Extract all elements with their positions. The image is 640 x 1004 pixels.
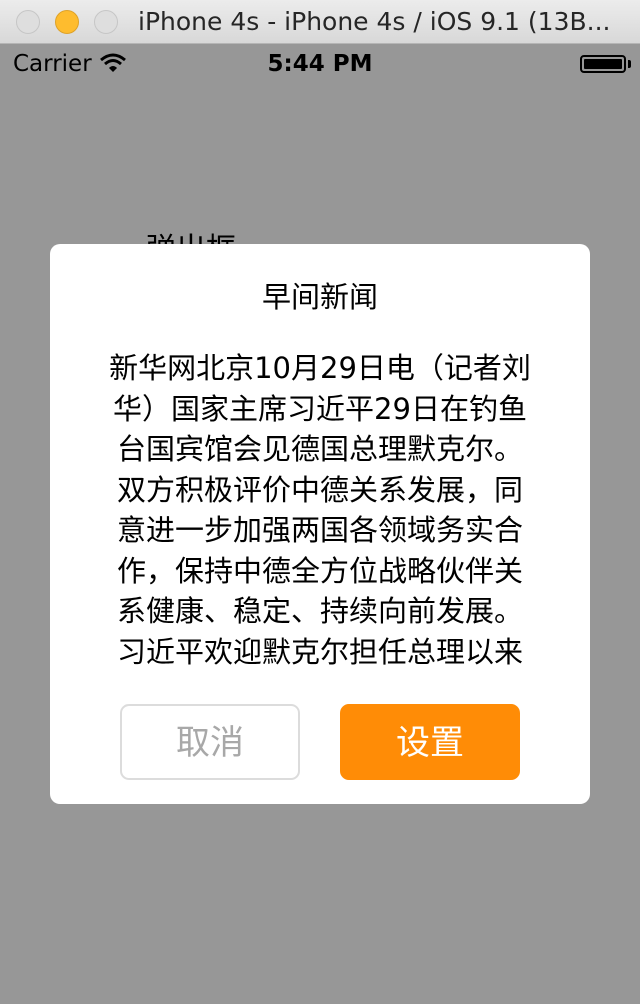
battery-icon bbox=[580, 55, 626, 73]
window-minimize-button[interactable] bbox=[55, 10, 79, 34]
battery-nub bbox=[628, 60, 631, 68]
simulator-title-bar: iPhone 4s - iPhone 4s / iOS 9.1 (13B... bbox=[0, 0, 640, 44]
alert-title: 早间新闻 bbox=[261, 280, 378, 314]
settings-button[interactable]: 设置 bbox=[340, 704, 520, 780]
alert-message[interactable]: 新华网北京10月29日电（记者刘华）国家主席习近平29日在钓鱼台国宾馆会见德国总… bbox=[105, 348, 535, 670]
window-title: iPhone 4s - iPhone 4s / iOS 9.1 (13B... bbox=[138, 7, 611, 36]
device-screen: Carrier 5:44 PM 弹出框 早间新闻 新华网北京10月29日电（记者… bbox=[0, 44, 640, 1004]
window-close-button[interactable] bbox=[16, 10, 40, 34]
window-zoom-button[interactable] bbox=[94, 10, 118, 34]
cancel-button[interactable]: 取消 bbox=[120, 704, 300, 780]
status-time: 5:44 PM bbox=[267, 51, 373, 77]
alert-dialog: 早间新闻 新华网北京10月29日电（记者刘华）国家主席习近平29日在钓鱼台国宾馆… bbox=[50, 244, 590, 804]
status-bar: Carrier 5:44 PM bbox=[0, 44, 640, 84]
